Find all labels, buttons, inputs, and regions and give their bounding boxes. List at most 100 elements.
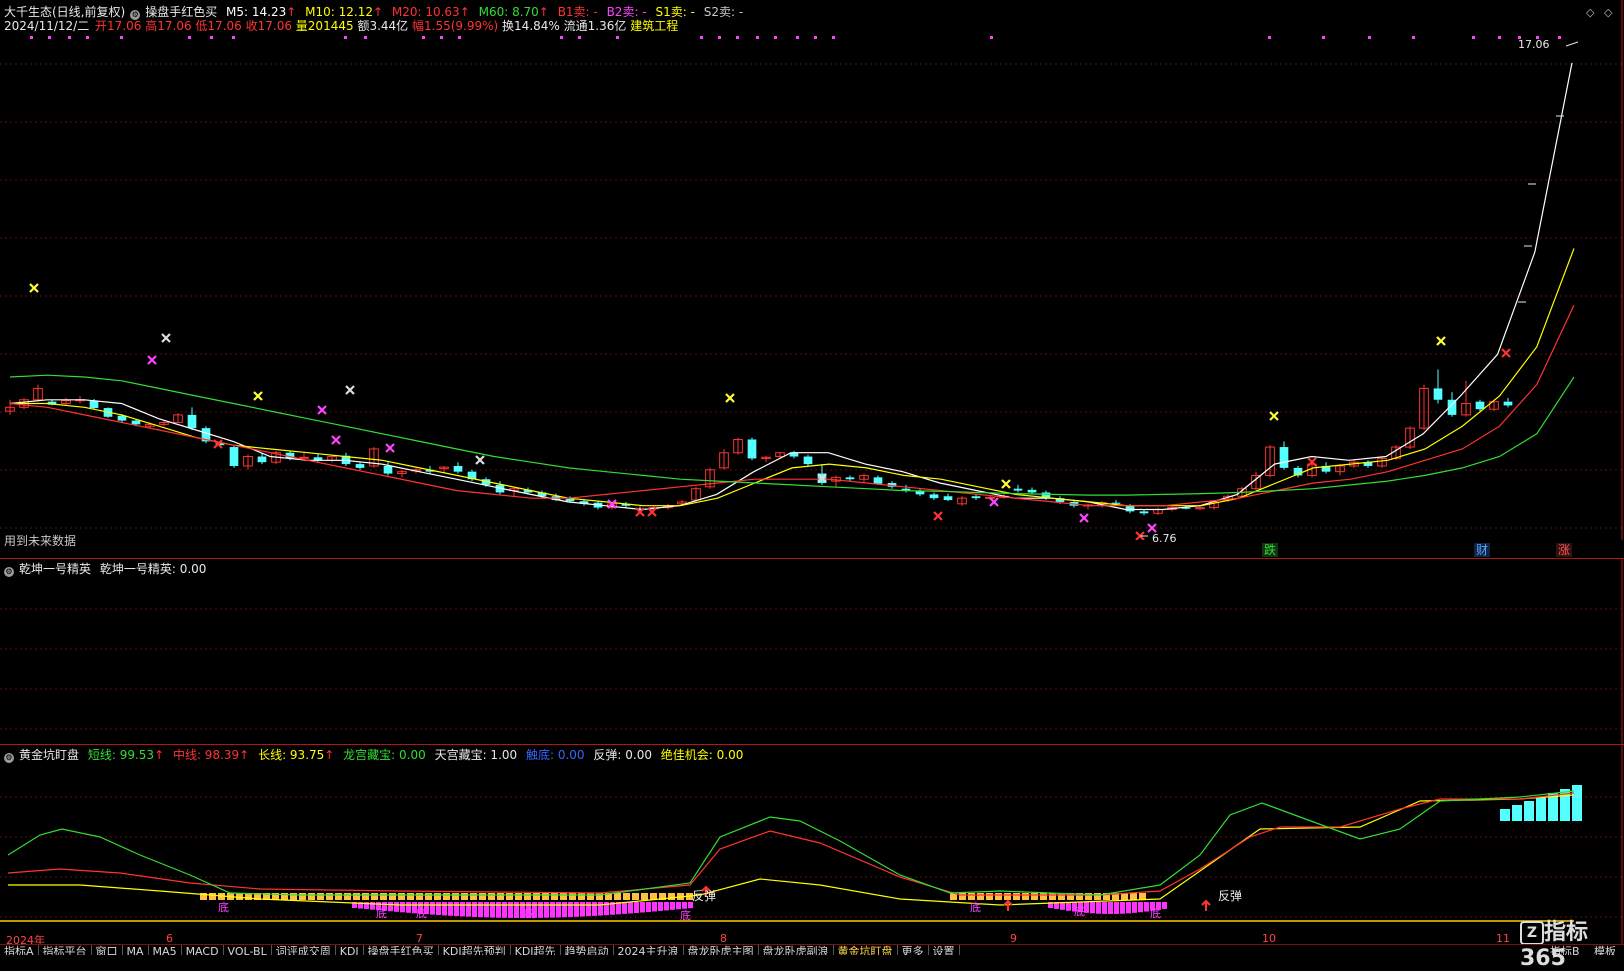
pit-bar-magenta (574, 902, 579, 917)
bottom-signal-label: 底 (1150, 906, 1161, 920)
pit-bar-orange (569, 893, 576, 900)
pit-bar-magenta (1096, 902, 1101, 914)
candle-down (131, 420, 141, 425)
pit-bar-magenta (682, 902, 687, 909)
pit-bar-magenta (508, 902, 513, 918)
pit-bar-orange (335, 893, 342, 900)
pit-bar-orange (353, 893, 360, 900)
pit-bar-magenta (1162, 902, 1167, 909)
pit-bar-orange (1022, 893, 1029, 900)
candle-down (1279, 447, 1289, 468)
pit-bar-orange (668, 893, 675, 900)
pit-bar-orange (488, 893, 495, 900)
pit-bar-magenta (496, 902, 501, 918)
candle-down (845, 477, 855, 480)
signal-x-mark (1147, 523, 1157, 533)
pit-bar-magenta (1102, 902, 1107, 914)
golden-pit-chart[interactable]: 底底底底底底底底 (0, 745, 1624, 945)
low-price-label: 6.76 (1152, 532, 1177, 545)
signal-dot (616, 36, 619, 39)
signal-dot (1322, 36, 1325, 39)
candle-down (1475, 401, 1485, 410)
pit-bar-magenta (448, 902, 453, 916)
pit-bar-magenta (1144, 902, 1149, 912)
pit-bar-cyan (1500, 809, 1510, 821)
bottom-signal-label: 底 (970, 900, 981, 914)
pit-bar-orange (1130, 893, 1137, 900)
pit-bar-magenta (484, 902, 489, 918)
signal-x-mark (1079, 513, 1089, 523)
candle-down (1139, 511, 1149, 514)
pit-bar-orange (443, 893, 450, 900)
pit-bar-magenta (580, 902, 585, 917)
pit-bar-magenta (670, 902, 675, 910)
buy-arrow-icon (1201, 899, 1211, 911)
pit-bar-orange (641, 893, 648, 900)
event-tag-finance[interactable]: 财 (1474, 543, 1491, 557)
signal-x-mark (725, 393, 735, 403)
signal-x-mark (331, 435, 341, 445)
signal-dot (796, 36, 799, 39)
pit-bar-orange (623, 893, 630, 900)
candle-down (747, 439, 757, 459)
pit-bar-orange (533, 893, 540, 900)
long-line (8, 794, 1575, 906)
pit-bar-orange (614, 893, 621, 900)
signal-dot (232, 36, 235, 39)
bottom-signal-label: 底 (376, 906, 387, 920)
candle-down (383, 465, 393, 474)
pit-bar-magenta (388, 902, 393, 912)
indicator-pane-golden-pit[interactable]: ⚙ 黄金坑盯盘 短线: 99.53↑ 中线: 98.39↑ 长线: 93.75↑ … (0, 745, 1624, 945)
ma-line-m60 (9, 374, 1575, 496)
signal-x-mark (385, 443, 395, 453)
ma-line-m5 (9, 62, 1573, 511)
indicator-pane-qiankun[interactable]: ⚙ 乾坤一号精英 乾坤一号精英: 0.00 (0, 559, 1624, 744)
event-tag-rise[interactable]: 涨 (1556, 543, 1573, 557)
signal-dot (1412, 36, 1415, 39)
signal-dot (1368, 36, 1371, 39)
candle-down (1013, 488, 1023, 491)
pit-bar-magenta (640, 902, 645, 913)
pit-bar-magenta (622, 902, 627, 914)
signal-dot (578, 36, 581, 39)
pit-bar-magenta (538, 902, 543, 918)
pit-bar-magenta (1132, 902, 1137, 913)
rebound-label: 反弹 (692, 889, 717, 903)
pit-bar-orange (290, 893, 297, 900)
candle-down (873, 477, 883, 484)
pit-bar-orange (1094, 893, 1101, 900)
pit-bar-orange (587, 893, 594, 900)
pit-bar-orange (344, 893, 351, 900)
logo-icon: Z (1520, 921, 1544, 945)
pit-bar-orange (1139, 893, 1146, 900)
event-tag-fall[interactable]: 跌 (1262, 543, 1279, 557)
pit-bar-orange (1004, 893, 1011, 900)
pit-bar-magenta (1108, 902, 1113, 914)
pit-bar-magenta (592, 902, 597, 916)
pit-bar-orange (1049, 893, 1056, 900)
pit-bar-magenta (568, 902, 573, 918)
candle-down (187, 414, 197, 429)
main-price-pane[interactable]: 大千生态(日线,前复权) ⚙ 操盘手红色买 M5: 14.23↑ M10: 12.1… (0, 0, 1624, 557)
pit-bar-orange (1031, 893, 1038, 900)
bottom-signal-label: 底 (524, 906, 535, 920)
candle-down (971, 496, 981, 499)
signal-dot (832, 36, 835, 39)
pit-bar-cyan (1524, 801, 1534, 821)
candle-down (803, 456, 813, 465)
signal-dot (210, 36, 213, 39)
candle-down (1027, 489, 1037, 493)
signal-dot (990, 36, 993, 39)
pit-bar-magenta (478, 902, 483, 918)
price-chart[interactable] (0, 0, 1624, 540)
pit-bar-magenta (466, 902, 471, 917)
pit-bar-orange (209, 893, 216, 900)
signal-dot (344, 36, 347, 39)
signal-dot (422, 36, 425, 39)
pit-bar-magenta (514, 902, 519, 918)
pit-bar-orange (1040, 893, 1047, 900)
candle-down (565, 498, 575, 502)
signal-dot (560, 36, 563, 39)
signal-dot (756, 36, 759, 39)
pit-bar-orange (524, 893, 531, 900)
